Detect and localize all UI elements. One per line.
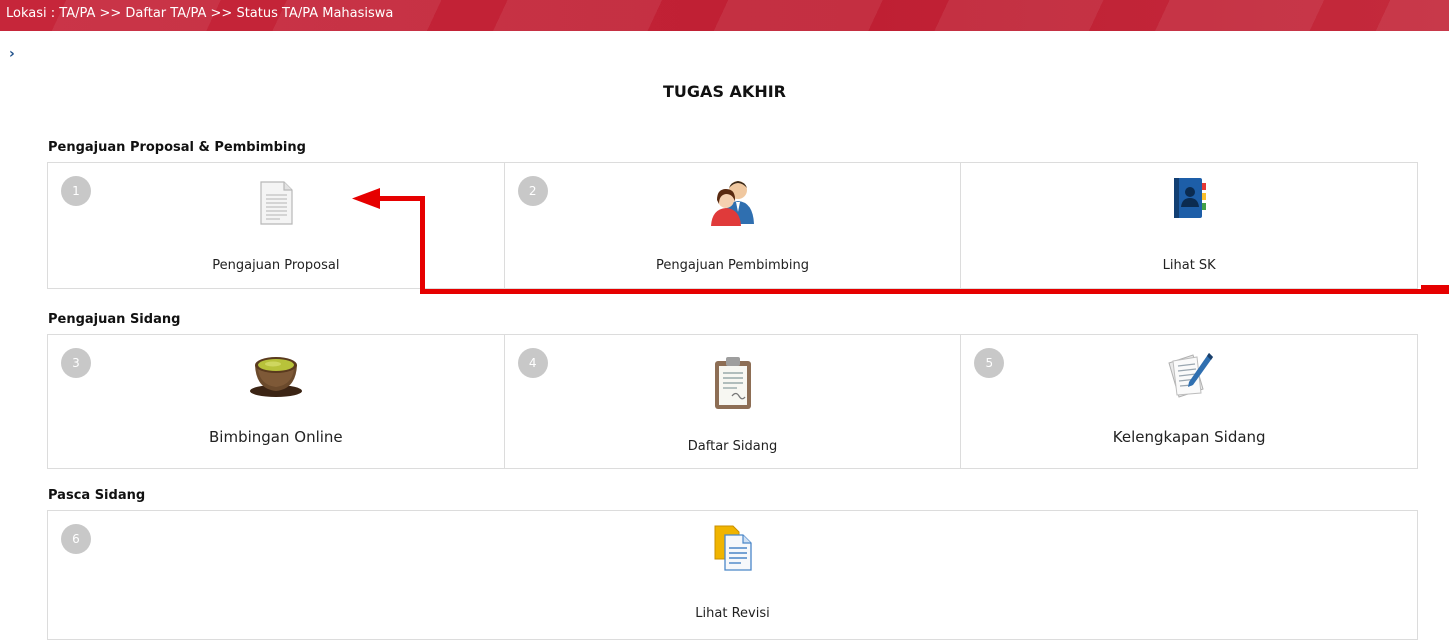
card-label: Daftar Sidang [687,439,778,454]
card-lihat-sk[interactable]: Lihat SK [961,163,1418,288]
section-title-proposal: Pengajuan Proposal & Pembimbing [48,140,306,155]
card-lihat-revisi[interactable]: 6 Lihat Revisi [48,511,1417,639]
top-bar: Lokasi : TA/PA >> Daftar TA/PA >> Status… [0,0,1449,31]
step-badge: 1 [61,176,91,206]
step-badge: 5 [974,348,1005,378]
page-title: TUGAS AKHIR [663,82,786,101]
document-icon [254,180,298,230]
step-badge: 3 [61,348,91,378]
card-pengajuan-proposal[interactable]: 1 Pengajuan Proposal [48,163,505,288]
documents-copy-icon [711,523,755,577]
section-title-sidang: Pengajuan Sidang [48,312,181,327]
card-label: Pengajuan Pembimbing [656,258,809,273]
step-badge: 2 [517,176,548,206]
card-daftar-sidang[interactable]: 4 Daftar Sidang [504,335,962,468]
step-badge: 6 [61,524,91,554]
document-pen-icon [1163,349,1215,405]
card-row-proposal: 1 Pengajuan Proposal 2 Pengajuan Pembimb… [47,162,1418,289]
card-label: Pengajuan Proposal [212,258,340,273]
breadcrumb: Lokasi : TA/PA >> Daftar TA/PA >> Status… [6,6,394,21]
card-label: Kelengkapan Sidang [1112,428,1266,446]
clipboard-icon [712,355,754,415]
arrow-head-icon [352,188,380,209]
card-kelengkapan-sidang[interactable]: 5 Kelengkapan Sidang [961,335,1418,468]
address-book-icon [1169,175,1209,225]
tea-cup-icon [248,349,304,403]
card-row-sidang: 3 Bimbingan Online 4 Daftar Sidang 5 Kel… [47,334,1418,469]
sidebar-toggle-chevron-icon[interactable]: › [9,47,15,61]
card-label: Lihat Revisi [695,606,770,621]
card-row-pasca: 6 Lihat Revisi [47,510,1418,640]
card-label: Bimbingan Online [209,428,343,446]
card-bimbingan-online[interactable]: 3 Bimbingan Online [48,335,505,468]
users-icon [707,178,759,232]
card-label: Lihat SK [1162,258,1216,273]
section-title-pasca: Pasca Sidang [48,488,146,503]
step-badge: 4 [517,348,548,378]
card-pengajuan-pembimbing[interactable]: 2 Pengajuan Pembimbing [504,163,962,288]
